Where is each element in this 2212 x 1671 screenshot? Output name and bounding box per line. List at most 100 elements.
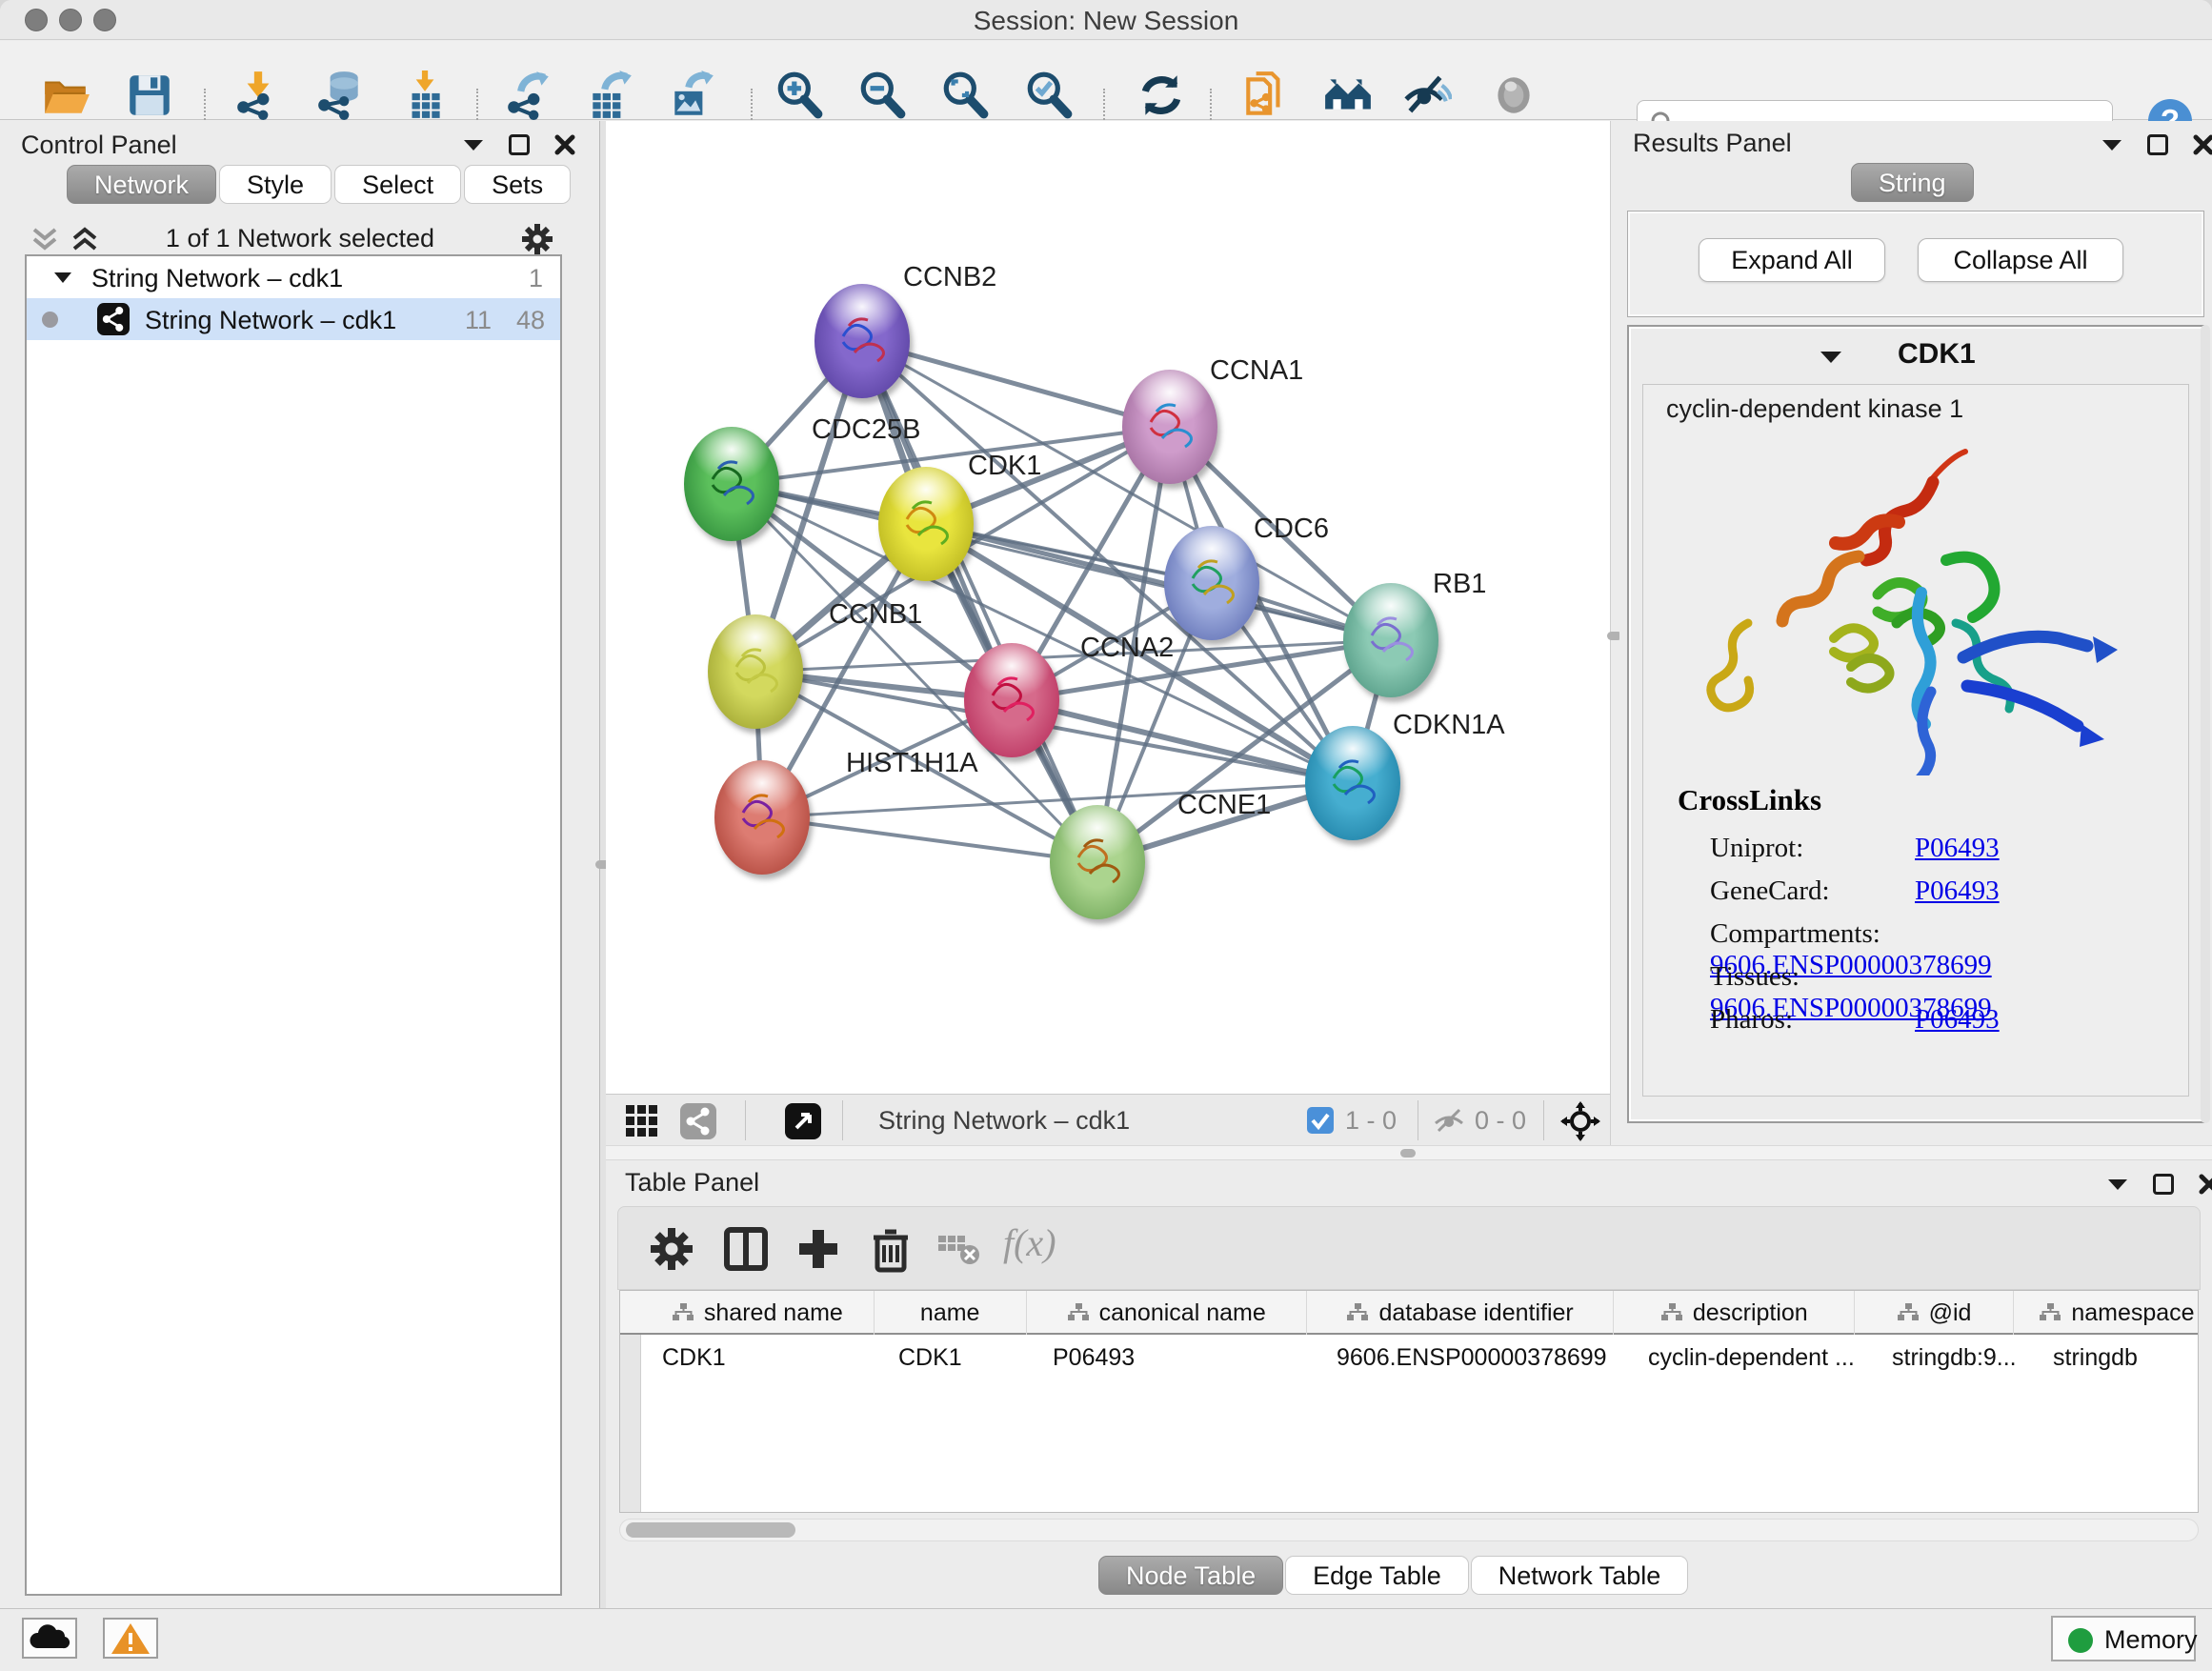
tab-network[interactable]: Network — [67, 165, 216, 204]
protein-thumbnail — [964, 643, 1059, 757]
column-header-canonical-name[interactable]: canonical name — [1027, 1291, 1307, 1335]
panel-menu-icon[interactable] — [2107, 1178, 2128, 1191]
node-ccnb1[interactable] — [708, 614, 803, 729]
panel-menu-icon[interactable] — [463, 138, 484, 151]
crosslink-link[interactable]: P06493 — [1915, 833, 2000, 863]
zoom-selected-icon[interactable] — [1023, 70, 1075, 123]
save-session-icon[interactable] — [124, 70, 175, 123]
import-network-file-icon[interactable] — [232, 70, 284, 123]
node-ccne1[interactable] — [1050, 805, 1145, 919]
node-cdc25b[interactable] — [684, 427, 779, 541]
export-table-icon[interactable] — [585, 70, 636, 123]
column-header-name[interactable]: name — [875, 1291, 1027, 1335]
zoom-in-icon[interactable] — [774, 70, 825, 123]
expand-all-button[interactable]: Expand All — [1699, 238, 1885, 282]
protein-thumbnail — [878, 467, 974, 581]
node-hist1h1a[interactable] — [714, 760, 810, 875]
node-cdkn1a[interactable] — [1305, 726, 1400, 840]
results-panel-title: Results Panel — [1633, 129, 1792, 158]
tab-sets[interactable]: Sets — [464, 165, 571, 204]
tree-expand-icon[interactable] — [53, 272, 72, 284]
panel-menu-icon[interactable] — [2101, 138, 2122, 151]
network-canvas[interactable]: CCNB2CCNA1CDC25BCDK1CDC6RB1CCNB1CCNA2CDK… — [606, 121, 1610, 1094]
memory-button[interactable]: Memory — [2051, 1616, 2196, 1661]
function-builder-icon[interactable]: f(x) — [1003, 1220, 1089, 1274]
results-scrollbar[interactable] — [2201, 325, 2210, 1123]
table-row[interactable]: CDK1CDK1P064939606.ENSP00000378699cyclin… — [641, 1337, 2199, 1379]
fit-content-icon[interactable] — [1560, 1101, 1600, 1141]
node-cdk1[interactable] — [878, 467, 974, 581]
network-view-icon[interactable] — [680, 1103, 716, 1139]
table-tabs: Node TableEdge TableNetwork Table — [1098, 1556, 1690, 1595]
gear-icon[interactable] — [520, 222, 554, 256]
panel-close-icon[interactable] — [2193, 134, 2212, 155]
protein-thumbnail — [1164, 526, 1259, 640]
delete-column-icon[interactable] — [864, 1222, 917, 1276]
tab-style[interactable]: Style — [219, 165, 332, 204]
export-network-icon[interactable] — [503, 70, 554, 123]
node-ccna1[interactable] — [1122, 370, 1217, 484]
tab-network-table[interactable]: Network Table — [1471, 1556, 1689, 1595]
node-ccnb2[interactable] — [814, 284, 910, 398]
column-header-namespace[interactable]: namespace — [2014, 1291, 2199, 1335]
protein-thumbnail — [1050, 805, 1145, 919]
delete-table-icon[interactable] — [936, 1230, 980, 1268]
import-network-database-icon[interactable] — [314, 70, 366, 123]
panel-float-icon[interactable] — [2153, 1174, 2174, 1195]
columns-icon[interactable] — [719, 1222, 773, 1276]
tab-node-table[interactable]: Node Table — [1098, 1556, 1283, 1595]
tab-edge-table[interactable]: Edge Table — [1285, 1556, 1469, 1595]
network-label: String Network – cdk1 — [145, 306, 396, 335]
column-header-description[interactable]: description — [1614, 1291, 1855, 1335]
tab-select[interactable]: Select — [334, 165, 461, 204]
crosslink-link[interactable]: P06493 — [1915, 1004, 2000, 1035]
open-file-icon[interactable] — [40, 70, 91, 123]
refresh-icon[interactable] — [1136, 70, 1187, 123]
splitter-handle[interactable] — [1400, 1149, 1416, 1158]
node-cdc6[interactable] — [1164, 526, 1259, 640]
network-collection-row[interactable]: String Network – cdk11 — [27, 256, 560, 298]
network-collection-label: String Network – cdk1 — [91, 264, 343, 293]
hide-glass-icon[interactable] — [1400, 70, 1452, 123]
tab-string[interactable]: String — [1851, 163, 1974, 202]
control-panel-tabs: NetworkStyleSelectSets — [67, 165, 573, 204]
add-column-icon[interactable] — [792, 1222, 845, 1276]
birds-eye-view-icon[interactable] — [785, 1103, 821, 1139]
collapse-all-button[interactable]: Collapse All — [1918, 238, 2123, 282]
export-image-icon[interactable] — [667, 70, 718, 123]
gear-icon[interactable] — [645, 1222, 698, 1276]
column-label: name — [920, 1299, 980, 1327]
panel-close-icon[interactable] — [554, 134, 575, 155]
import-table-icon[interactable] — [398, 70, 450, 123]
crosslink-row: Pharos:P06493 — [1710, 1004, 2000, 1036]
hidden-eye-icon[interactable] — [1433, 1107, 1465, 1134]
toolbar-separator — [1543, 1100, 1544, 1140]
crosslink-link[interactable]: P06493 — [1915, 876, 2000, 906]
cloud-button[interactable] — [22, 1618, 77, 1659]
table-hscrollbar-thumb[interactable] — [626, 1522, 795, 1538]
string-home-icon[interactable] — [1322, 70, 1374, 123]
share-document-icon[interactable] — [1240, 70, 1292, 123]
column-type-icon — [1346, 1302, 1369, 1323]
column-type-icon — [672, 1302, 694, 1323]
show-glass-icon[interactable] — [1488, 70, 1539, 123]
status-bar: Memory — [0, 1608, 2212, 1671]
panel-float-icon[interactable] — [2147, 134, 2168, 155]
column-label: @id — [1929, 1299, 1972, 1327]
node-ccna2[interactable] — [964, 643, 1059, 757]
grid-view-icon[interactable] — [625, 1104, 659, 1138]
zoom-out-icon[interactable] — [856, 70, 908, 123]
network-view-title: String Network – cdk1 — [878, 1106, 1130, 1136]
panel-float-icon[interactable] — [509, 134, 530, 155]
selected-checkbox-icon[interactable] — [1307, 1107, 1334, 1134]
column-header-shared-name[interactable]: shared name — [641, 1291, 875, 1335]
collapse-entry-icon[interactable] — [1820, 350, 1842, 364]
column-header-database-identifier[interactable]: database identifier — [1307, 1291, 1615, 1335]
gene-entry-header[interactable]: CDK1 — [1631, 329, 2201, 382]
warning-button[interactable] — [103, 1618, 158, 1659]
network-row[interactable]: String Network – cdk11148 — [27, 298, 560, 340]
panel-close-icon[interactable] — [2199, 1174, 2212, 1195]
zoom-fit-icon[interactable] — [939, 70, 991, 123]
node-rb1[interactable] — [1343, 583, 1438, 697]
column-header--id[interactable]: @id — [1855, 1291, 2014, 1335]
